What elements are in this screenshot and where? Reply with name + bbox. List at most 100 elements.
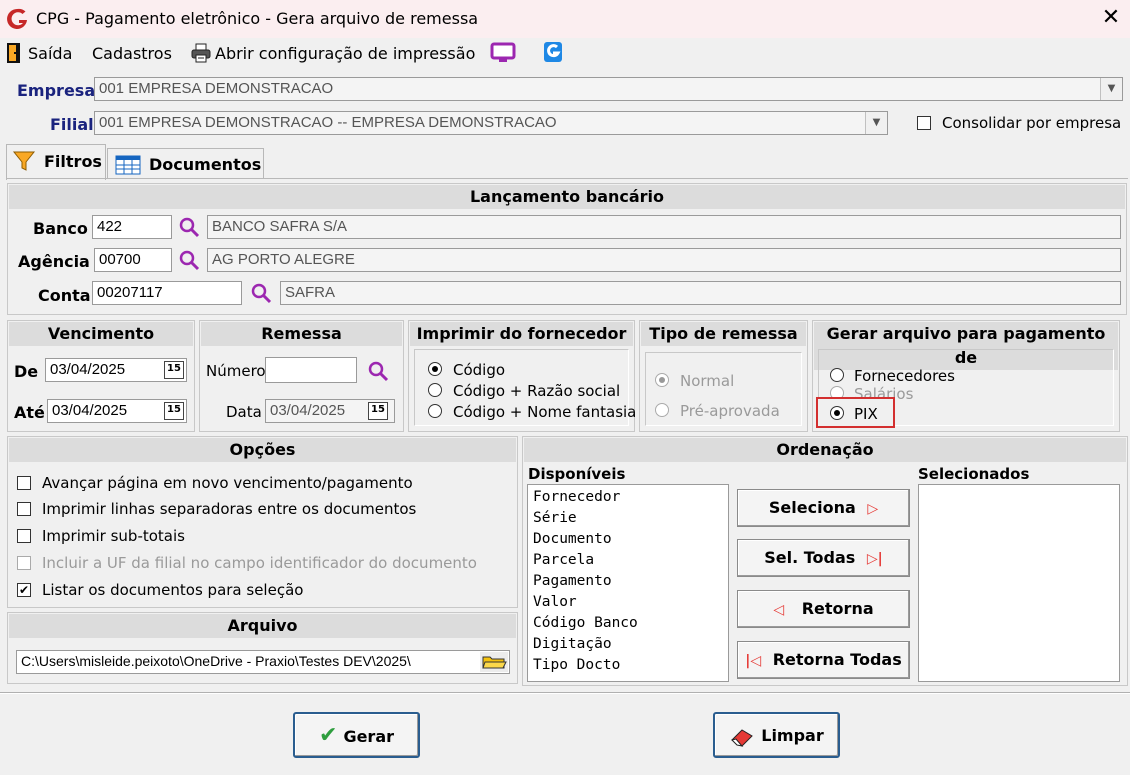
seleciona-label: Seleciona — [768, 498, 856, 517]
seleciona-button[interactable]: Seleciona ▷ — [737, 489, 910, 527]
radio-codigo[interactable] — [428, 362, 442, 376]
lancamento-title: Lançamento bancário — [9, 185, 1125, 209]
opcao-linhas-checkbox[interactable] — [17, 502, 31, 516]
radio-normal-label: Normal — [680, 372, 735, 390]
sel-todas-button[interactable]: Sel. Todas ▷| — [737, 539, 910, 577]
monitor-icon[interactable] — [490, 42, 516, 64]
list-item[interactable]: Código Banco — [533, 613, 723, 634]
close-icon[interactable]: ✕ — [1098, 4, 1124, 32]
empresa-label: Empresa — [17, 81, 96, 100]
de-label: De — [14, 362, 39, 381]
app-logo-icon — [7, 8, 28, 29]
radio-codigo-razao-label: Código + Razão social — [453, 382, 621, 400]
retorna-todas-label: Retorna Todas — [772, 650, 902, 669]
selecionados-list[interactable] — [918, 484, 1120, 682]
banco-code-input[interactable]: 422 — [92, 215, 172, 239]
retorna-button[interactable]: ◁ Retorna — [737, 590, 910, 628]
arrow-right-end-icon: ▷| — [866, 551, 883, 567]
agencia-label: Agência — [18, 252, 90, 271]
list-item[interactable]: Documento — [533, 529, 723, 550]
calendar-icon[interactable]: 15 — [164, 402, 184, 420]
brand-g-icon[interactable] — [543, 41, 563, 63]
search-icon[interactable] — [178, 216, 200, 238]
conta-label: Conta — [38, 286, 91, 305]
tab-documentos-label: Documentos — [149, 155, 262, 174]
calendar-icon[interactable]: 15 — [368, 402, 388, 420]
filial-select[interactable]: 001 EMPRESA DEMONSTRACAO -- EMPRESA DEMO… — [94, 111, 888, 135]
search-icon[interactable] — [367, 360, 389, 382]
opcao-uf-label: Incluir a UF da filial no campo identifi… — [42, 554, 477, 572]
radio-pre-aprovada-label: Pré-aprovada — [680, 402, 780, 420]
arrow-left-start-icon: |◁ — [745, 653, 762, 669]
tipo-remessa-title: Tipo de remessa — [641, 322, 806, 346]
opcao-subtotais-checkbox[interactable] — [17, 529, 31, 543]
list-item[interactable]: Pagamento — [533, 571, 723, 592]
radio-fornecedores-label: Fornecedores — [854, 367, 955, 385]
check-icon: ✔ — [319, 723, 338, 748]
list-item[interactable]: Digitação — [533, 634, 723, 655]
menu-saida[interactable]: Saída — [28, 44, 72, 63]
ate-label: Até — [14, 403, 45, 422]
remessa-title: Remessa — [201, 322, 402, 346]
consolidar-label: Consolidar por empresa — [942, 114, 1122, 132]
menu-cadastros[interactable]: Cadastros — [92, 44, 172, 63]
radio-fornecedores[interactable] — [830, 368, 844, 382]
consolidar-checkbox[interactable] — [917, 116, 931, 130]
gerar-button[interactable]: ✔ Gerar — [293, 712, 420, 758]
opcao-listar-checkbox[interactable]: ✔ — [17, 583, 31, 597]
imprimir-title: Imprimir do fornecedor — [410, 322, 633, 346]
menu-abrir-config-impressao[interactable]: Abrir configuração de impressão — [215, 44, 475, 63]
printer-icon[interactable] — [190, 42, 212, 64]
numero-label: Número — [206, 362, 266, 380]
disponiveis-list[interactable]: Fornecedor Série Documento Parcela Pagam… — [527, 484, 729, 682]
tab-filtros-label: Filtros — [44, 152, 102, 171]
limpar-button[interactable]: Limpar — [713, 712, 840, 758]
opcao-uf-checkbox — [17, 556, 31, 570]
list-item[interactable]: Valor — [533, 592, 723, 613]
filial-label: Filial — [50, 115, 94, 134]
conta-name-field: SAFRA — [280, 281, 1121, 305]
folder-icon[interactable] — [480, 652, 508, 672]
arquivo-title: Arquivo — [9, 614, 516, 638]
data-label: Data — [226, 403, 262, 421]
chevron-down-icon[interactable]: ▼ — [865, 112, 887, 134]
opcao-subtotais-label: Imprimir sub-totais — [42, 527, 185, 545]
list-item[interactable]: Parcela — [533, 550, 723, 571]
search-icon[interactable] — [178, 249, 200, 271]
list-item[interactable]: Fornecedor — [533, 487, 723, 508]
ordenacao-title: Ordenação — [524, 438, 1126, 462]
list-item[interactable]: Tipo Docto — [533, 655, 723, 676]
radio-codigo-label: Código — [453, 361, 506, 379]
chevron-down-icon[interactable]: ▼ — [1100, 78, 1122, 100]
agencia-code-input[interactable]: 00700 — [94, 248, 172, 272]
conta-code-input[interactable]: 00207117 — [92, 281, 242, 305]
radio-codigo-fantasia[interactable] — [428, 404, 442, 418]
calendar-icon[interactable]: 15 — [164, 361, 184, 379]
opcao-avancar-label: Avançar página em novo vencimento/pagame… — [42, 474, 413, 492]
opcao-listar-label: Listar os documentos para seleção — [42, 581, 304, 599]
radio-codigo-razao[interactable] — [428, 383, 442, 397]
arrow-right-icon: ▷ — [867, 501, 879, 517]
empresa-select[interactable]: 001 EMPRESA DEMONSTRACAO — [94, 77, 1123, 101]
numero-input[interactable] — [265, 357, 357, 383]
banco-name-field: BANCO SAFRA S/A — [207, 215, 1121, 239]
limpar-label: Limpar — [761, 726, 824, 745]
radio-pix[interactable] — [830, 406, 844, 420]
eraser-icon — [731, 728, 754, 747]
disponiveis-label: Disponíveis — [528, 465, 626, 483]
footer-divider — [0, 692, 1130, 694]
radio-normal — [655, 373, 669, 387]
window-title: CPG - Pagamento eletrônico - Gera arquiv… — [36, 9, 479, 28]
arrow-left-icon: ◁ — [773, 602, 785, 618]
agencia-name-field: AG PORTO ALEGRE — [207, 248, 1121, 272]
filter-icon — [12, 151, 36, 171]
opcao-linhas-label: Imprimir linhas separadoras entre os doc… — [42, 500, 417, 518]
arquivo-path-input[interactable]: C:\Users\misleide.peixoto\OneDrive - Pra… — [16, 650, 510, 674]
retorna-todas-button[interactable]: |◁ Retorna Todas — [737, 641, 910, 679]
opcoes-title: Opções — [9, 438, 516, 462]
search-icon[interactable] — [250, 282, 272, 304]
exit-door-icon[interactable] — [5, 42, 23, 64]
opcao-avancar-checkbox[interactable] — [17, 476, 31, 490]
vencimento-title: Vencimento — [9, 322, 193, 346]
list-item[interactable]: Série — [533, 508, 723, 529]
